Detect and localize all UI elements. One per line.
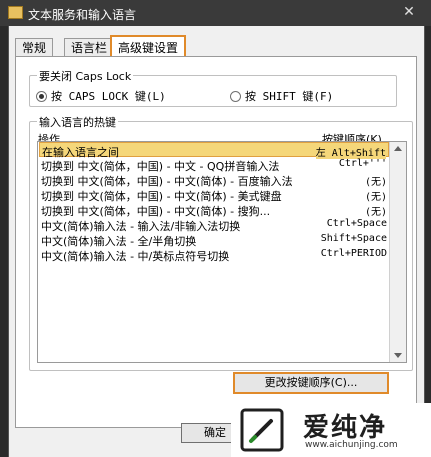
list-item[interactable]: 中文(简体)输入法 - 输入法/非输入法切换 Ctrl+Space	[39, 217, 389, 233]
radio-unselected-icon[interactable]	[230, 90, 241, 102]
list-item[interactable]: 切换到 中文(简体，中国) - 中文(简体) - 美式键盘 (无)	[39, 187, 389, 203]
list-item[interactable]: 中文(简体)输入法 - 全/半角切换 Shift+Space	[39, 232, 389, 248]
dialog-window: 常规 语言栏 高级键设置 要关闭 Caps Lock 按 CAPS LOCK 键…	[8, 26, 425, 457]
close-button[interactable]: ✕	[399, 3, 419, 21]
watermark: 爱纯净 www.aichunjing.com	[231, 403, 431, 457]
keyboard-icon	[8, 6, 23, 19]
brand-logo-icon	[240, 408, 284, 452]
hotkey-list[interactable]: 在输入语言之间 左 Alt+Shift 切换到 中文(简体，中国) - 中文 -…	[37, 141, 407, 363]
capslock-group-title: 要关闭 Caps Lock	[37, 68, 134, 84]
list-item[interactable]: 切换到 中文(简体，中国) - 中文(简体) - 百度输入法 (无)	[39, 172, 389, 188]
brand-name: 爱纯净	[303, 413, 388, 443]
list-item[interactable]: 切换到 中文(简体，中国) - 中文(简体) - 搜狗... (无)	[39, 202, 389, 218]
hotkeys-group-title: 输入语言的热键	[37, 114, 118, 130]
radio-selected-icon[interactable]	[36, 90, 47, 102]
list-item[interactable]: 切换到 中文(简体，中国) - 中文 - QQ拼音输入法 Ctrl+'''	[39, 157, 389, 173]
title-bar: 文本服务和输入语言 ✕	[0, 0, 431, 26]
hotkeys-group: 输入语言的热键 操作 按键顺序(K) 在输入语言之间 左 Alt+Shift 切…	[29, 114, 413, 371]
tab-general[interactable]: 常规	[15, 38, 54, 57]
list-item[interactable]: 中文(简体)输入法 - 中/英标点符号切换 Ctrl+PERIOD	[39, 247, 389, 263]
radio-shift-key[interactable]: 按 SHIFT 键(F)	[230, 88, 333, 104]
brand-url: www.aichunjing.com	[305, 440, 398, 450]
scroll-up-icon[interactable]	[394, 146, 402, 151]
tab-language-bar[interactable]: 语言栏	[64, 38, 115, 57]
change-key-sequence-button[interactable]: 更改按键顺序(C)...	[233, 372, 389, 394]
radio-capslock-label: 按 CAPS LOCK 键(L)	[51, 90, 166, 103]
window-title: 文本服务和输入语言	[28, 8, 137, 22]
list-scrollbar[interactable]	[389, 142, 406, 362]
radio-capslock-key[interactable]: 按 CAPS LOCK 键(L)	[36, 88, 166, 104]
scroll-down-icon[interactable]	[394, 353, 402, 358]
capslock-group: 要关闭 Caps Lock 按 CAPS LOCK 键(L) 按 SHIFT 键…	[29, 68, 397, 107]
list-item[interactable]: 在输入语言之间 左 Alt+Shift	[39, 142, 389, 159]
radio-shift-label: 按 SHIFT 键(F)	[245, 90, 334, 103]
